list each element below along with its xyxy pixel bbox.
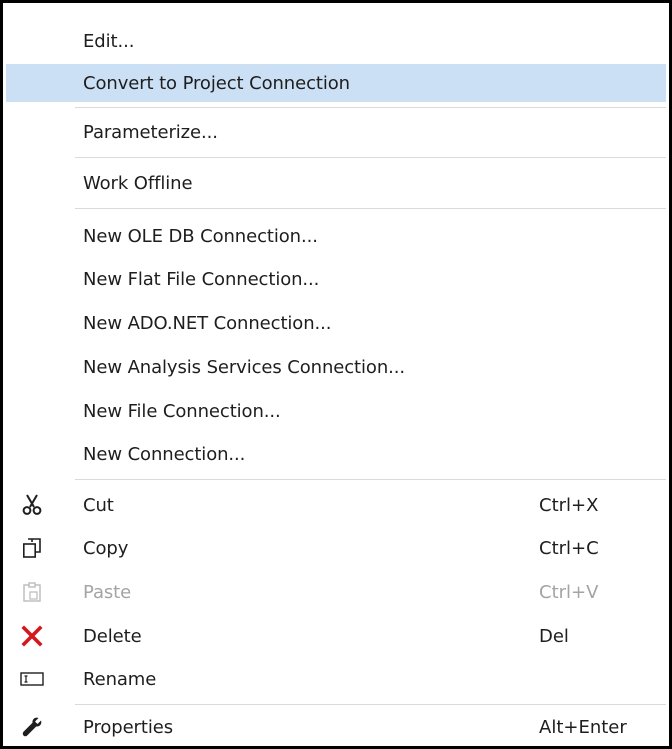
menu-item-new-analysis-services-connection[interactable]: New Analysis Services Connection... bbox=[6, 346, 666, 388]
menu-separator bbox=[75, 704, 666, 705]
menu-item-label: Copy bbox=[83, 537, 129, 559]
menu-item-label: New Connection... bbox=[83, 443, 246, 465]
menu-item-label: Edit... bbox=[83, 30, 135, 52]
menu-item-label: Delete bbox=[83, 625, 142, 647]
menu-item-properties[interactable]: Properties Alt+Enter bbox=[6, 707, 666, 747]
context-menu: Edit... Convert to Project Connection Pa… bbox=[0, 0, 672, 749]
menu-item-new-ado-net-connection[interactable]: New ADO.NET Connection... bbox=[6, 302, 666, 344]
menu-separator bbox=[75, 208, 666, 209]
menu-item-label: Work Offline bbox=[83, 172, 193, 194]
menu-item-paste[interactable]: Paste Ctrl+V bbox=[6, 571, 666, 613]
menu-item-label: Paste bbox=[83, 581, 132, 603]
menu-item-label: Properties bbox=[83, 716, 173, 738]
menu-item-label: New Analysis Services Connection... bbox=[83, 356, 406, 378]
menu-item-label: Parameterize... bbox=[83, 121, 218, 143]
menu-item-new-flat-file-connection[interactable]: New Flat File Connection... bbox=[6, 258, 666, 300]
menu-item-shortcut: Ctrl+X bbox=[539, 494, 599, 516]
rename-icon bbox=[20, 668, 44, 690]
menu-item-label: Cut bbox=[83, 494, 114, 516]
delete-x-icon bbox=[21, 625, 43, 647]
scissors-icon bbox=[21, 494, 43, 516]
menu-item-new-connection[interactable]: New Connection... bbox=[6, 433, 666, 475]
copy-icon bbox=[21, 537, 43, 559]
menu-item-cut[interactable]: Cut Ctrl+X bbox=[6, 484, 666, 526]
menu-item-edit[interactable]: Edit... bbox=[6, 22, 666, 60]
menu-item-label: New Flat File Connection... bbox=[83, 268, 320, 290]
menu-item-copy[interactable]: Copy Ctrl+C bbox=[6, 527, 666, 569]
menu-item-shortcut: Ctrl+C bbox=[539, 537, 599, 559]
menu-item-label: New ADO.NET Connection... bbox=[83, 312, 332, 334]
menu-item-convert-to-project-connection[interactable]: Convert to Project Connection bbox=[6, 64, 666, 102]
menu-item-shortcut: Alt+Enter bbox=[539, 716, 627, 738]
menu-item-label: Convert to Project Connection bbox=[83, 72, 350, 94]
menu-separator bbox=[75, 479, 666, 480]
menu-item-new-file-connection[interactable]: New File Connection... bbox=[6, 390, 666, 432]
paste-icon bbox=[21, 581, 43, 603]
menu-item-shortcut: Ctrl+V bbox=[539, 581, 599, 603]
menu-separator bbox=[75, 157, 666, 158]
menu-item-work-offline[interactable]: Work Offline bbox=[6, 162, 666, 204]
wrench-icon bbox=[21, 716, 43, 738]
menu-item-delete[interactable]: Delete Del bbox=[6, 615, 666, 657]
menu-item-rename[interactable]: Rename bbox=[6, 658, 666, 700]
menu-item-label: Rename bbox=[83, 668, 157, 690]
menu-item-label: New OLE DB Connection... bbox=[83, 225, 318, 247]
menu-item-new-ole-db-connection[interactable]: New OLE DB Connection... bbox=[6, 215, 666, 257]
menu-separator bbox=[75, 107, 666, 108]
menu-item-shortcut: Del bbox=[539, 625, 569, 647]
menu-item-parameterize[interactable]: Parameterize... bbox=[6, 112, 666, 152]
menu-item-label: New File Connection... bbox=[83, 400, 281, 422]
